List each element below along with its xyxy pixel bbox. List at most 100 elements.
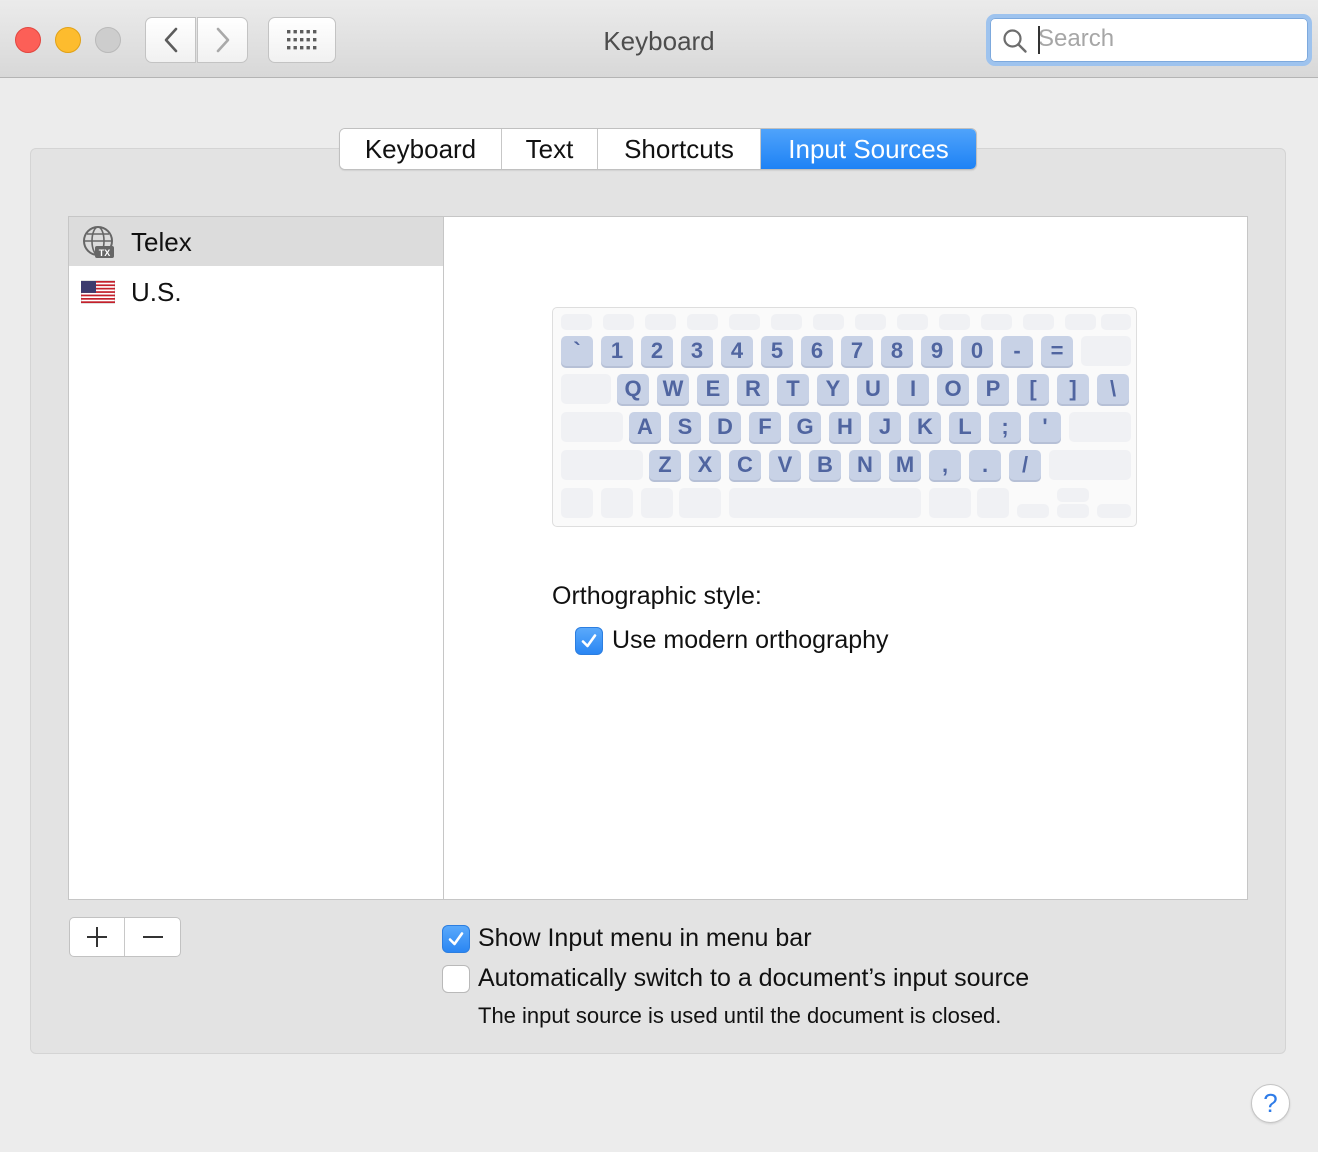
keyboard-key: 9	[921, 336, 953, 366]
keyboard-option-key	[641, 488, 673, 518]
keyboard-key: ,	[929, 450, 961, 480]
keyboard-key: D	[709, 412, 741, 442]
keyboard-fn-key	[771, 314, 802, 330]
source-item-label: U.S.	[131, 277, 182, 307]
search-input[interactable]	[1038, 24, 1298, 54]
keyboard-key: =	[1041, 336, 1073, 366]
auto-switch-option[interactable]: Automatically switch to a document’s inp…	[442, 964, 1029, 993]
tab-bar: Keyboard Text Shortcuts Input Sources	[339, 128, 977, 170]
plus-icon	[87, 927, 107, 947]
input-source-list[interactable]: TX Telex U.S.	[68, 216, 444, 900]
keyboard-space-key	[729, 488, 921, 518]
title-bar: Keyboard	[0, 0, 1318, 78]
keyboard-key: X	[689, 450, 721, 480]
keyboard-arrow-key	[1097, 504, 1131, 518]
keyboard-key: 4	[721, 336, 753, 366]
svg-text:TX: TX	[99, 248, 111, 258]
keyboard-fn-key	[939, 314, 970, 330]
remove-source-button[interactable]	[125, 918, 180, 956]
keyboard-key: V	[769, 450, 801, 480]
show-input-menu-option[interactable]: Show Input menu in menu bar	[442, 924, 812, 953]
keyboard-key: 6	[801, 336, 833, 366]
keyboard-key: .	[969, 450, 1001, 480]
keyboard-capslock-key	[561, 412, 623, 442]
minus-icon	[142, 936, 163, 938]
keyboard-key: E	[697, 374, 729, 404]
add-remove-control	[69, 917, 181, 957]
keyboard-fn-modifier-key	[561, 488, 593, 518]
keyboard-fn-key	[561, 314, 592, 330]
auto-switch-note: The input source is used until the docum…	[478, 1003, 1002, 1028]
keyboard-command-key	[679, 488, 721, 518]
keyboard-option-key	[977, 488, 1009, 518]
keyboard-key: -	[1001, 336, 1033, 366]
keyboard-key: ;	[989, 412, 1021, 442]
keyboard-fn-key	[1101, 314, 1131, 330]
keyboard-key: '	[1029, 412, 1061, 442]
keyboard-key: /	[1009, 450, 1041, 480]
keyboard-fn-key	[1065, 314, 1096, 330]
keyboard-fn-key	[687, 314, 718, 330]
keyboard-arrow-key	[1057, 504, 1089, 518]
keyboard-key: R	[737, 374, 769, 404]
keyboard-key: W	[657, 374, 689, 404]
keyboard-key: H	[829, 412, 861, 442]
keyboard-key: 8	[881, 336, 913, 366]
tab-shortcuts[interactable]: Shortcuts	[598, 129, 761, 169]
keyboard-key: 2	[641, 336, 673, 366]
auto-switch-label: Automatically switch to a document’s inp…	[478, 964, 1030, 992]
checkmark-icon	[581, 633, 597, 647]
keyboard-key: Z	[649, 450, 681, 480]
keyboard-fn-key	[645, 314, 676, 330]
keyboard-key: M	[889, 450, 921, 480]
auto-switch-checkbox[interactable]	[442, 964, 470, 993]
source-item-label: Telex	[131, 227, 192, 257]
keyboard-key: \	[1097, 374, 1129, 404]
keyboard-key: [	[1017, 374, 1049, 404]
tab-input-sources[interactable]: Input Sources	[761, 129, 976, 169]
keyboard-key: G	[789, 412, 821, 442]
keyboard-key: 5	[761, 336, 793, 366]
keyboard-layout-preview: ` 1 2 3 4 5 6 7 8 9 0- = Q W E R T Y U I O P [] \ A S D F G H J K L; ' Z X C…	[552, 307, 1137, 527]
keyboard-shift-key	[1049, 450, 1131, 480]
keyboard-key: B	[809, 450, 841, 480]
modern-orthography-option[interactable]: Use modern orthography	[575, 626, 889, 655]
telex-input-icon: TX	[83, 226, 114, 258]
modern-orthography-checkbox[interactable]	[575, 626, 603, 655]
keyboard-key: P	[977, 374, 1009, 404]
tab-text[interactable]: Text	[502, 129, 598, 169]
keyboard-key: J	[869, 412, 901, 442]
source-item-us[interactable]: U.S.	[69, 267, 443, 316]
keyboard-key: 3	[681, 336, 713, 366]
show-input-menu-checkbox[interactable]	[442, 924, 470, 953]
keyboard-key: U	[857, 374, 889, 404]
keyboard-command-key	[929, 488, 971, 518]
keyboard-delete-key	[1081, 336, 1131, 366]
keyboard-shift-key	[561, 450, 643, 480]
keyboard-fn-key	[981, 314, 1012, 330]
keyboard-return-key	[1069, 412, 1131, 442]
text-caret	[1038, 26, 1040, 54]
keyboard-control-key	[601, 488, 633, 518]
keyboard-key: N	[849, 450, 881, 480]
keyboard-key: 1	[601, 336, 633, 366]
tab-keyboard[interactable]: Keyboard	[340, 129, 502, 169]
show-input-menu-label: Show Input menu in menu bar	[478, 924, 812, 952]
search-field[interactable]	[986, 14, 1312, 66]
keyboard-key: S	[669, 412, 701, 442]
help-button[interactable]: ?	[1251, 1084, 1290, 1123]
keyboard-key: 7	[841, 336, 873, 366]
keyboard-tab-key	[561, 374, 611, 404]
add-source-button[interactable]	[70, 918, 126, 956]
keyboard-fn-key	[1023, 314, 1054, 330]
source-item-telex[interactable]: TX Telex	[69, 217, 443, 266]
keyboard-key: K	[909, 412, 941, 442]
keyboard-arrow-key	[1017, 504, 1049, 518]
keyboard-key: O	[937, 374, 969, 404]
checkmark-icon	[448, 931, 464, 945]
keyboard-key: 0	[961, 336, 993, 366]
keyboard-key: F	[749, 412, 781, 442]
keyboard-key: I	[897, 374, 929, 404]
keyboard-key: L	[949, 412, 981, 442]
keyboard-key: A	[629, 412, 661, 442]
